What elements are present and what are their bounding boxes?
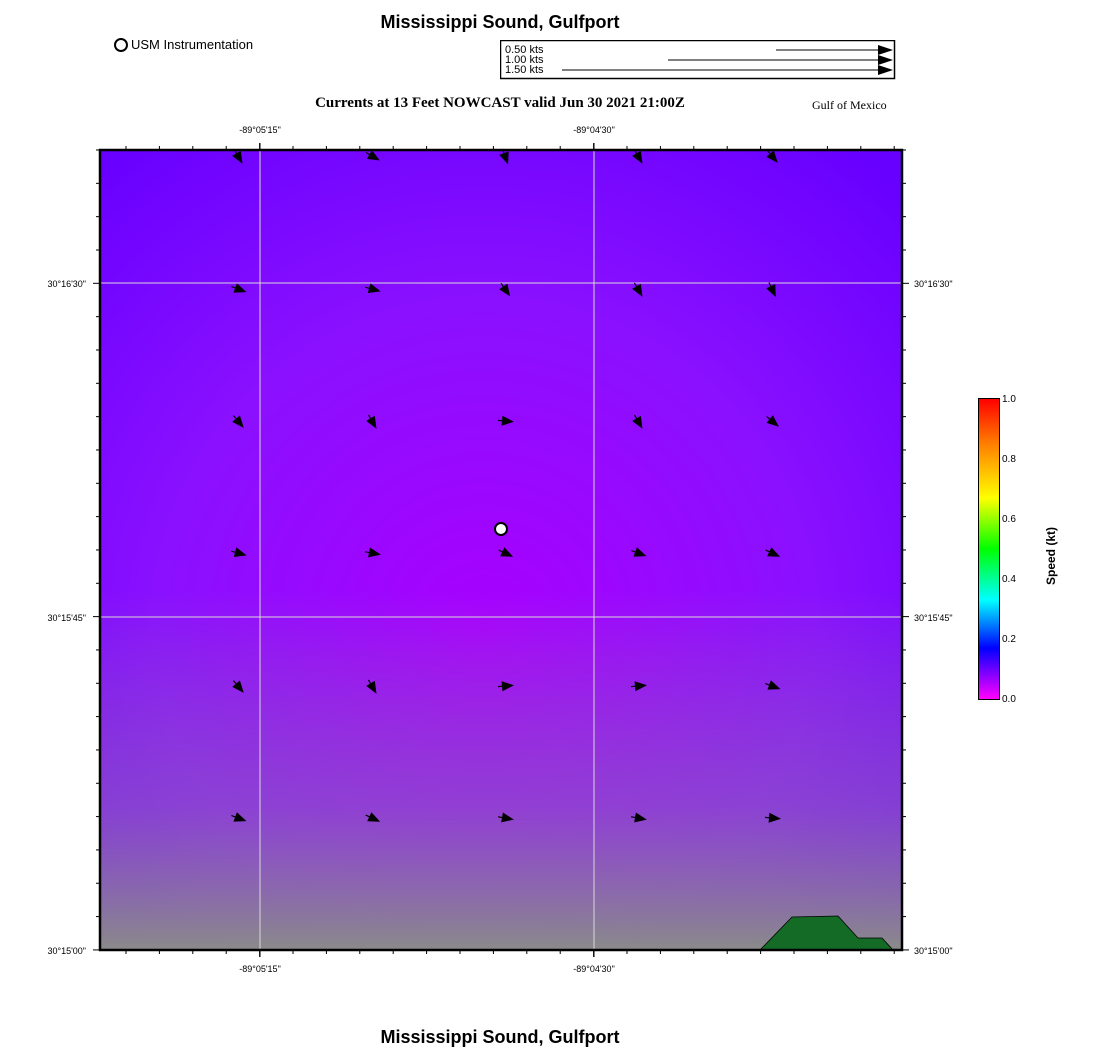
y-tick-left-2: 30°15'45" — [47, 613, 86, 623]
colorbar-gradient — [978, 398, 1000, 700]
y-tick-right-1: 30°16'30" — [914, 279, 953, 289]
colorbar-tick-4: 0.4 — [1002, 574, 1016, 585]
y-tick-right-3: 30°15'00" — [914, 946, 953, 956]
y-tick-left-1: 30°16'30" — [47, 279, 86, 289]
colorbar-tick-2: 0.8 — [1002, 454, 1016, 465]
x-tick-bottom-1: -89°05'15" — [239, 964, 281, 974]
x-tick-bottom-2: -89°04'30" — [573, 964, 615, 974]
current-map: -89°05'15" -89°04'30" -89°05'15" -89°04'… — [47, 125, 953, 974]
y-tick-right-2: 30°15'45" — [914, 613, 953, 623]
colorbar-tick-1: 1.0 — [1002, 394, 1016, 405]
x-tick-top-2: -89°04'30" — [573, 125, 615, 135]
x-tick-top-1: -89°05'15" — [239, 125, 281, 135]
colorbar-label: Speed (kt) — [1044, 526, 1058, 585]
colorbar-tick-6: 0.0 — [1002, 694, 1016, 705]
colorbar-tick-5: 0.2 — [1002, 634, 1016, 645]
water-field — [100, 150, 902, 950]
map-bottom-title: Mississippi Sound, Gulfport — [380, 1027, 620, 1047]
usm-instrument-station — [494, 522, 508, 536]
y-tick-left-3: 30°15'00" — [47, 946, 86, 956]
colorbar-tick-3: 0.6 — [1002, 514, 1016, 525]
